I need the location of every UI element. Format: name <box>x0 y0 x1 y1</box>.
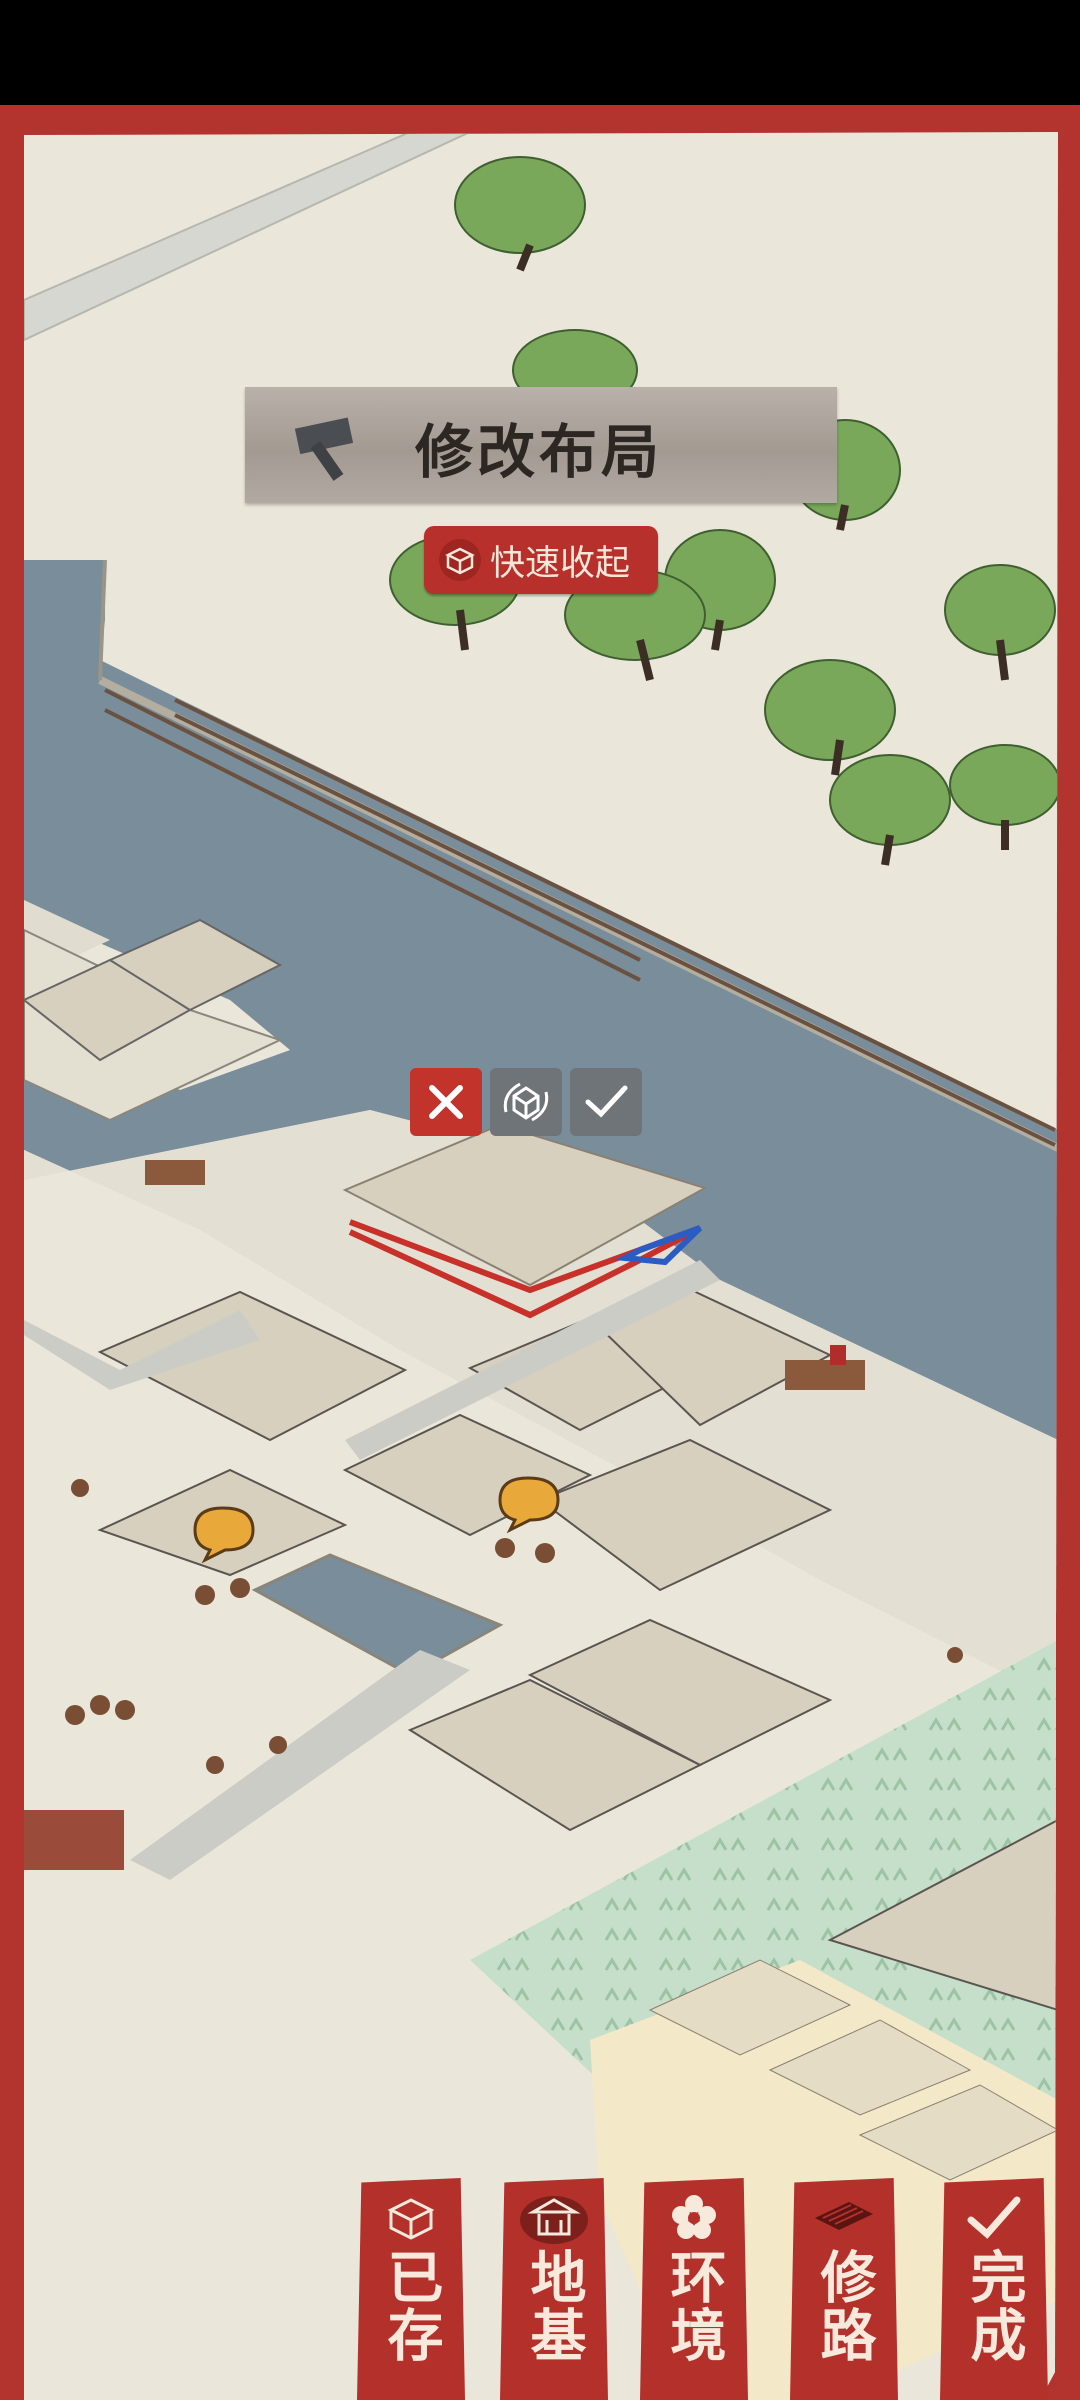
close-icon <box>429 1085 463 1119</box>
hammer-icon <box>294 417 354 481</box>
page-title: 修改布局 <box>415 418 664 486</box>
flower-icon <box>672 2195 716 2239</box>
saved-label: 已存 <box>378 2248 444 2364</box>
foundation-button[interactable]: 地基 <box>500 2178 608 2400</box>
done-button[interactable]: 完成 <box>940 2178 1048 2400</box>
environment-button[interactable]: 环境 <box>640 2178 748 2400</box>
saved-button[interactable]: 已存 <box>357 2178 465 2400</box>
road-tile-icon <box>815 2202 873 2230</box>
check-icon <box>585 1085 628 1118</box>
road-button[interactable]: 修路 <box>790 2178 898 2400</box>
rotate-placement-button[interactable] <box>490 1068 562 1136</box>
box-icon <box>387 2198 435 2240</box>
box-icon <box>439 539 481 581</box>
confirm-placement-button[interactable] <box>570 1068 642 1136</box>
check-icon <box>967 2196 1021 2239</box>
cancel-placement-button[interactable] <box>410 1068 482 1136</box>
quick-collapse-label: 快速收起 <box>490 543 631 584</box>
road-label: 修路 <box>811 2248 877 2364</box>
title-banner: 修改布局 <box>245 387 837 503</box>
environment-label: 环境 <box>661 2248 727 2364</box>
game-map[interactable] <box>0 0 1080 2400</box>
rotate-icon <box>503 1082 549 1122</box>
quick-collapse-button[interactable]: 快速收起 <box>424 526 658 594</box>
done-label: 完成 <box>961 2248 1027 2364</box>
house-icon <box>520 2196 588 2244</box>
foundation-label: 地基 <box>521 2248 587 2364</box>
